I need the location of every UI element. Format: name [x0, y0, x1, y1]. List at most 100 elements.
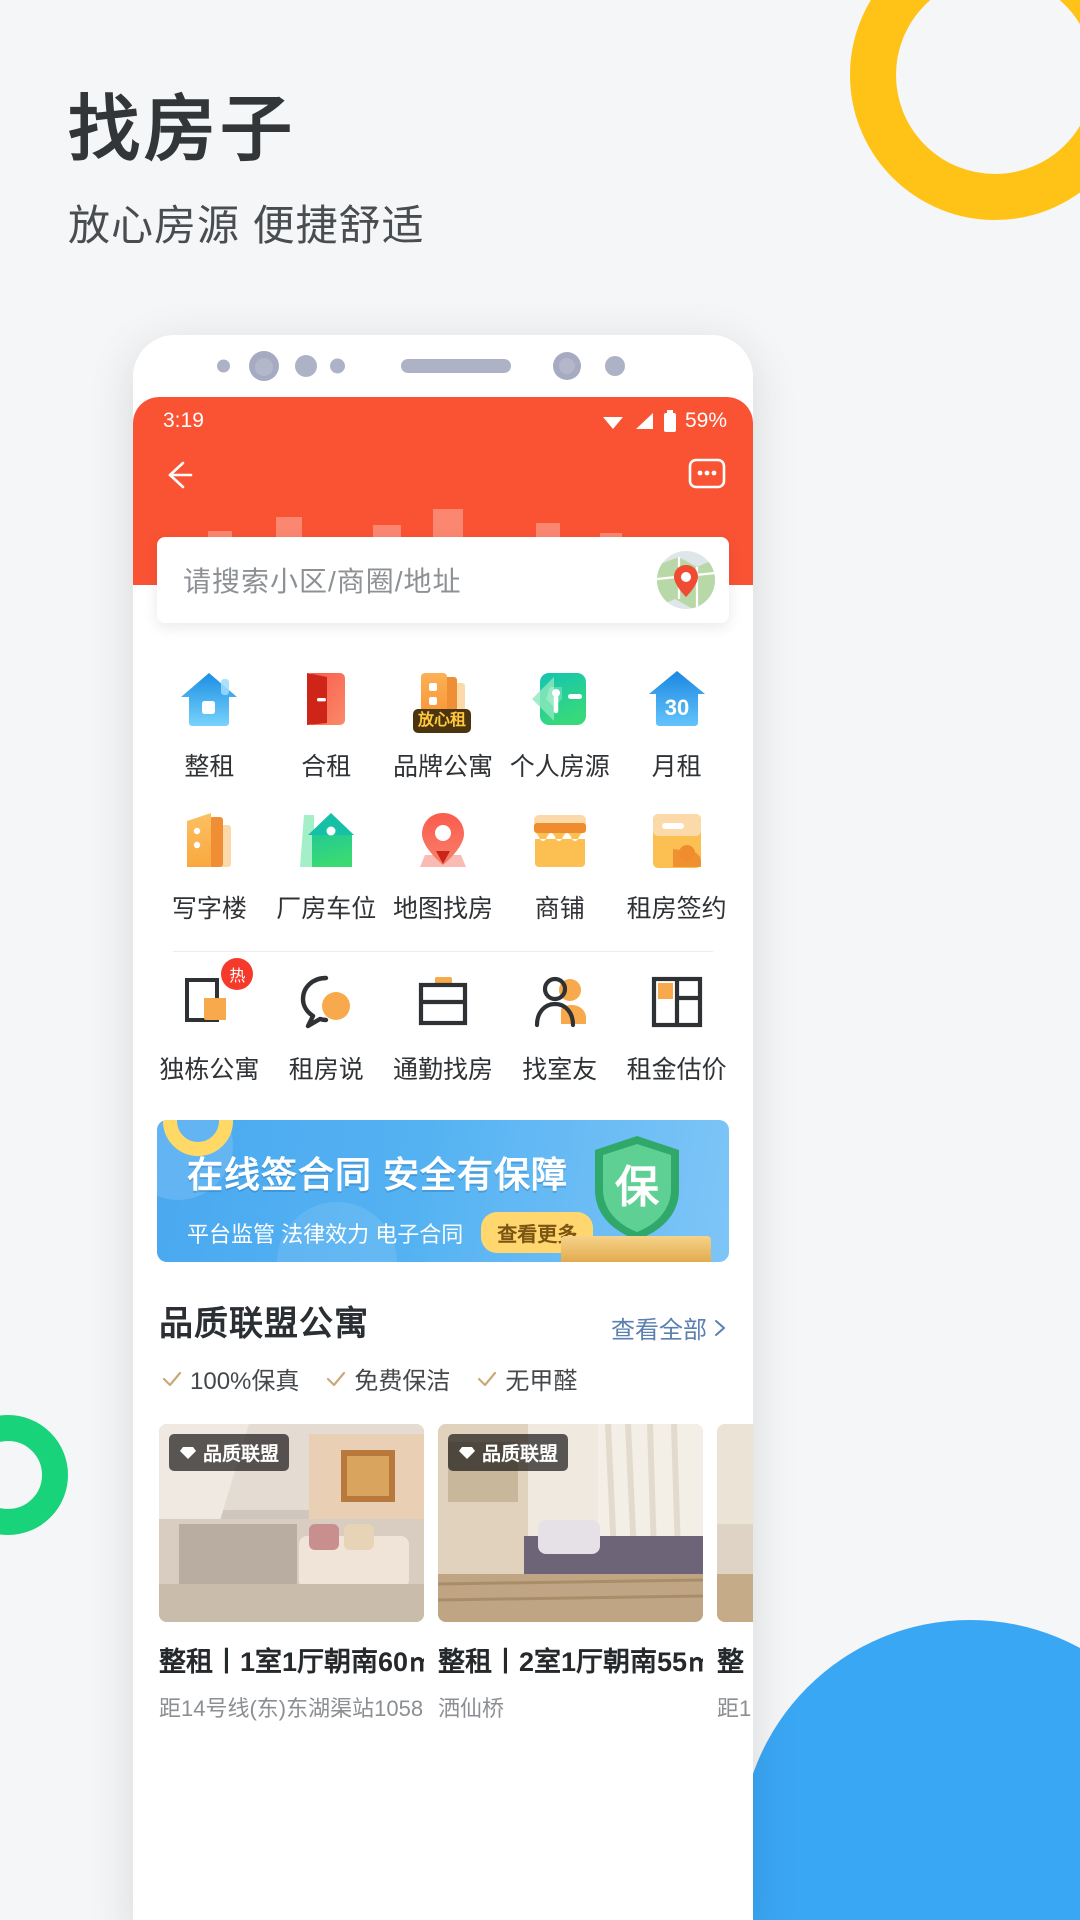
listing-title: 整 [717, 1647, 744, 1677]
promo-headline: 找房子 放心房源 便捷舒适 [68, 90, 425, 253]
category-item-zhaoshiyou[interactable]: 找室友 [501, 956, 618, 1098]
map-pin-icon [411, 809, 475, 873]
category-item-yuezu[interactable]: 30 月租 [618, 653, 735, 795]
phone-bezel [133, 335, 753, 397]
category-item-zufangshuo[interactable]: 租房说 [268, 956, 385, 1098]
diamond-icon [459, 1446, 475, 1459]
message-icon[interactable] [687, 455, 727, 495]
category-item-zujinguijia[interactable]: 租金估价 [618, 956, 735, 1098]
section-tag: 100%保真 [161, 1361, 299, 1396]
category-item-shangpu[interactable]: 商铺 [501, 795, 618, 937]
category-label: 整租 [184, 753, 235, 781]
status-indicators: 59% [601, 409, 727, 433]
category-label: 合租 [301, 753, 352, 781]
sensor-dot-icon [295, 355, 317, 377]
check-icon [478, 1371, 497, 1386]
shield-label: 保 [615, 1163, 660, 1212]
category-item-tongqinzhaofang[interactable]: 通勤找房 [385, 956, 502, 1098]
listing-thumbnail: 品质联盟 [438, 1424, 703, 1622]
category-item-gerenfangyuan[interactable]: 个人房源 [501, 653, 618, 795]
grid-divider [173, 951, 713, 952]
calendar-30-icon: 30 [645, 667, 709, 731]
briefcase-icon [411, 970, 475, 1034]
listing-title: 整租丨1室1厅朝南60㎡ [159, 1647, 424, 1677]
view-all-button[interactable]: 查看全部 [611, 1310, 727, 1345]
status-time: 3:19 [163, 409, 204, 432]
listing-card[interactable]: 品质联盟 整租丨1室1厅朝南60㎡ 距14号线(东)东湖渠站1058m [159, 1424, 424, 1723]
contract-promo-banner[interactable]: 在线签合同 安全有保障 平台监管 法律效力 电子合同 查看更多 保 [157, 1120, 729, 1262]
contract-sign-icon [645, 809, 709, 873]
roommate-icon [528, 970, 592, 1034]
category-badge: 放心租 [412, 709, 471, 733]
search-box[interactable]: 请搜索小区/商圈/地址 [157, 537, 729, 623]
category-row: 整租 合租 放心租 品牌公寓 个人房源 30 月租 [151, 653, 735, 795]
category-item-pinpaigongyu[interactable]: 放心租 品牌公寓 [385, 653, 502, 795]
phone-screen: 3:19 59% 请搜索小区/商圈/地址 整租 合租 放心租 品牌公寓 个人房源… [133, 397, 753, 1920]
check-icon [327, 1371, 346, 1386]
category-row: 写字楼 厂房车位 地图找房 商铺 租房签约 [151, 795, 735, 937]
map-location-icon[interactable] [657, 551, 715, 609]
sensor-dot-icon [605, 356, 625, 376]
category-label: 租房签约 [626, 895, 727, 923]
listing-subtitle: 距14号线(东)东湖渠站1058m [159, 1696, 424, 1721]
office-building-icon [177, 809, 241, 873]
category-item-zhengzu[interactable]: 整租 [151, 653, 268, 795]
back-arrow-icon[interactable] [161, 458, 195, 492]
category-label: 写字楼 [171, 895, 247, 923]
section-tag-label: 免费保洁 [354, 1368, 451, 1395]
category-item-zufangqianyue[interactable]: 租房签约 [618, 795, 735, 937]
banner-subtitle: 平台监管 法律效力 电子合同 [187, 1221, 464, 1247]
category-item-hezu[interactable]: 合租 [268, 653, 385, 795]
listing-card[interactable]: 整 距1 [717, 1424, 753, 1723]
section-title: 品质联盟公寓 [159, 1305, 369, 1343]
search-input[interactable]: 请搜索小区/商圈/地址 [183, 560, 657, 600]
phone-mockup: 3:19 59% 请搜索小区/商圈/地址 整租 合租 放心租 品牌公寓 个人房源… [133, 335, 753, 1920]
signal-icon [635, 413, 653, 429]
wifi-icon [602, 417, 623, 429]
category-label: 商铺 [534, 895, 585, 923]
category-item-xiezilou[interactable]: 写字楼 [151, 795, 268, 937]
shop-icon [528, 809, 592, 873]
banner-subtitle-row: 平台监管 法律效力 电子合同 查看更多 [187, 1212, 594, 1253]
category-item-dudonggongyu[interactable]: 热 独栋公寓 [151, 956, 268, 1098]
room-photo [717, 1424, 753, 1622]
section-tag-label: 无甲醛 [505, 1368, 578, 1395]
category-label: 租房说 [288, 1056, 364, 1084]
front-camera-icon [553, 352, 581, 380]
quality-badge-label: 品质联盟 [482, 1444, 559, 1465]
page-title: 找房子 [68, 90, 297, 170]
listing-title: 整租丨2室1厅朝南55㎡ [438, 1647, 703, 1677]
category-label: 独栋公寓 [159, 1056, 260, 1084]
category-row: 热 独栋公寓 租房说 通勤找房 找室友 租金估价 [151, 956, 735, 1098]
diamond-icon [180, 1446, 196, 1459]
category-badge: 热 [221, 958, 254, 990]
section-header: 品质联盟公寓 查看全部 [133, 1262, 753, 1345]
svg-text:30: 30 [664, 695, 688, 720]
category-label: 通勤找房 [392, 1056, 493, 1084]
shield-icon: 保 [595, 1136, 679, 1240]
battery-percent: 59% [684, 409, 727, 432]
earpiece-speaker-icon [401, 359, 511, 373]
category-label: 厂房车位 [276, 895, 377, 923]
category-label: 租金估价 [626, 1056, 727, 1084]
front-camera-icon [249, 351, 279, 381]
category-item-changfangchewei[interactable]: 厂房车位 [268, 795, 385, 937]
listing-card[interactable]: 品质联盟 整租丨2室1厅朝南55㎡ 洒仙桥 [438, 1424, 703, 1723]
chevron-right-icon [715, 1319, 725, 1336]
speech-bubble-icon [294, 970, 358, 1034]
category-label: 月租 [651, 753, 702, 781]
banner-text-block: 在线签合同 安全有保障 平台监管 法律效力 电子合同 查看更多 [187, 1146, 594, 1253]
quality-badge: 品质联盟 [169, 1434, 290, 1471]
listing-subtitle: 洒仙桥 [438, 1696, 505, 1721]
door-icon [294, 667, 358, 731]
category-label: 品牌公寓 [392, 753, 493, 781]
search-area: 请搜索小区/商圈/地址 [157, 537, 729, 623]
category-item-dituzhaofang[interactable]: 地图找房 [385, 795, 502, 937]
section-tag-label: 100%保真 [190, 1368, 300, 1395]
price-estimate-icon [645, 970, 709, 1034]
banner-podium [561, 1236, 711, 1262]
category-label: 找室友 [522, 1056, 598, 1084]
listing-thumbnail: 品质联盟 [159, 1424, 424, 1622]
sensor-dot-icon [217, 359, 230, 373]
page-subtitle: 放心房源 便捷舒适 [68, 201, 425, 249]
